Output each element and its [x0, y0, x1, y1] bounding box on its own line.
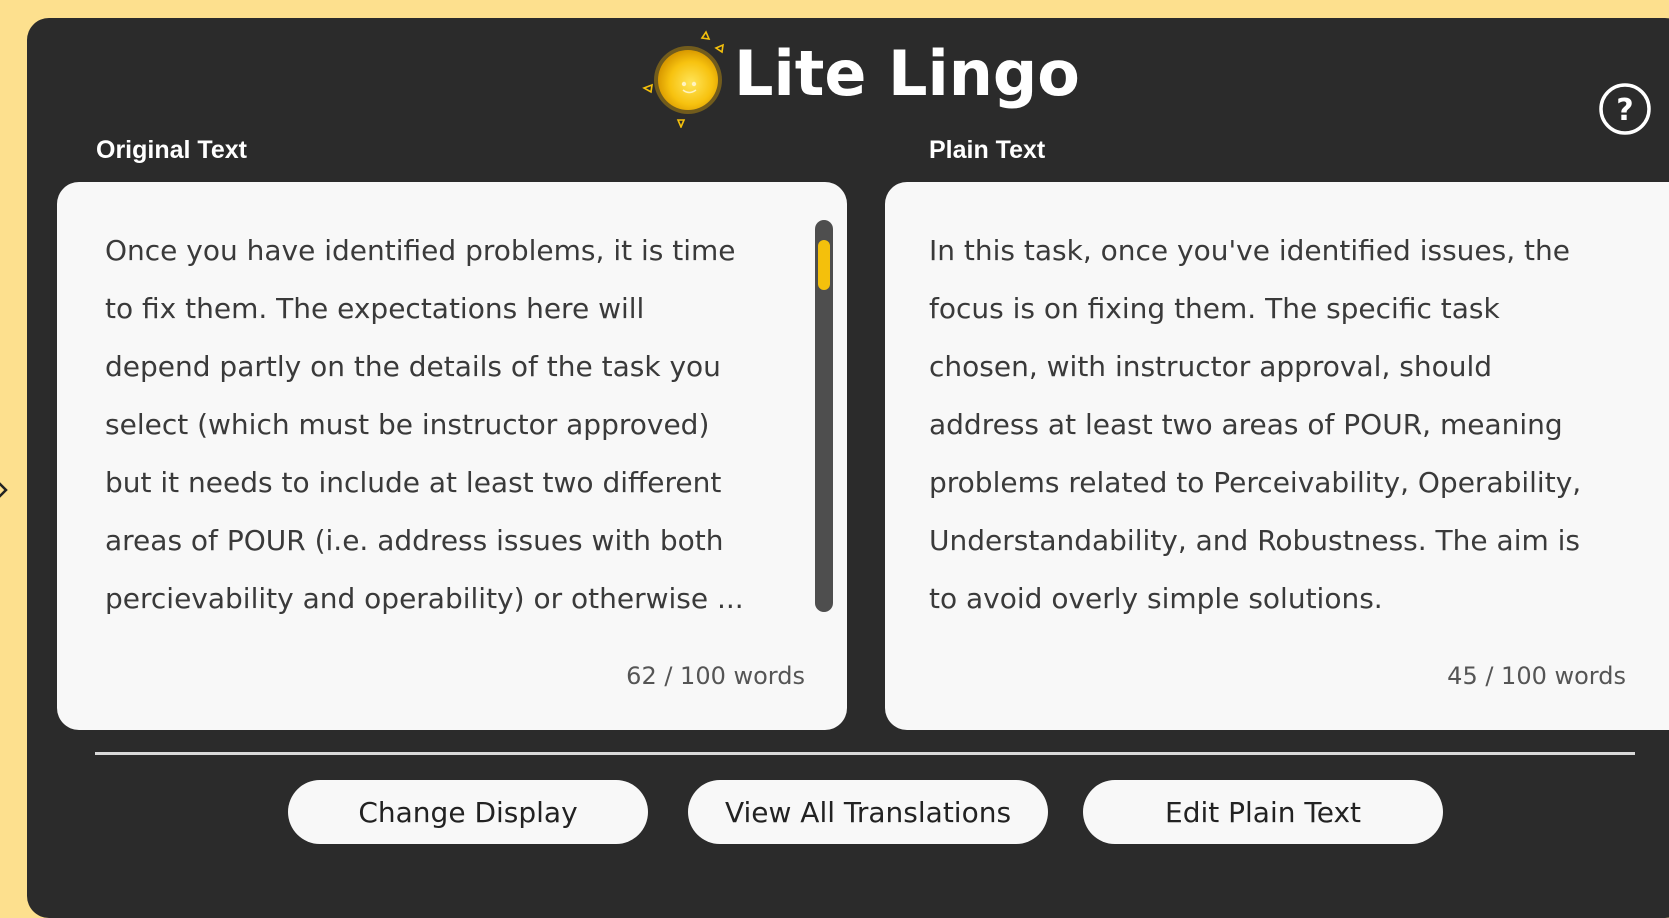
original-text-line: to fix them. The expectations here will	[105, 292, 645, 325]
chevron-right-icon[interactable]	[0, 476, 10, 504]
original-text-line: Once you have identified problems, it is…	[105, 234, 736, 267]
divider	[95, 752, 1635, 755]
original-word-count: 62 / 100 words	[626, 662, 805, 690]
app-logo: Lite Lingo	[640, 28, 1080, 130]
original-text-line: but it needs to include at least two dif…	[105, 466, 722, 499]
app-title: Lite Lingo	[734, 36, 1080, 110]
plain-text-line: In this task, once you've identified iss…	[929, 234, 1570, 267]
plain-text-line: to avoid overly simple solutions.	[929, 582, 1383, 615]
plain-text-line: address at least two areas of POUR, mean…	[929, 408, 1563, 441]
original-text-line: areas of POUR (i.e. address issues with …	[105, 524, 724, 557]
original-scrollbar[interactable]	[815, 220, 833, 612]
sun-icon	[640, 28, 730, 130]
plain-text-line: Understandability, and Robustness. The a…	[929, 524, 1581, 557]
plain-text-line: focus is on fixing them. The specific ta…	[929, 292, 1500, 325]
scrollbar-thumb[interactable]	[818, 239, 830, 290]
svg-text:?: ?	[1616, 93, 1633, 128]
plain-word-count: 45 / 100 words	[1447, 662, 1626, 690]
help-icon[interactable]: ?	[1598, 82, 1652, 136]
original-text-label: Original Text	[96, 136, 247, 164]
edit-plain-text-button[interactable]: Edit Plain Text	[1083, 780, 1443, 844]
original-text-line: depend partly on the details of the task…	[105, 350, 721, 383]
original-text-line: select (which must be instructor approve…	[105, 408, 710, 441]
plain-text-line: chosen, with instructor approval, should	[929, 350, 1493, 383]
plain-text-label: Plain Text	[929, 136, 1046, 164]
view-all-translations-button[interactable]: View All Translations	[688, 780, 1048, 844]
original-text-line: percievability and operability) or other…	[105, 582, 744, 615]
plain-text-line: problems related to Perceivability, Oper…	[929, 466, 1582, 499]
change-display-button[interactable]: Change Display	[288, 780, 648, 844]
